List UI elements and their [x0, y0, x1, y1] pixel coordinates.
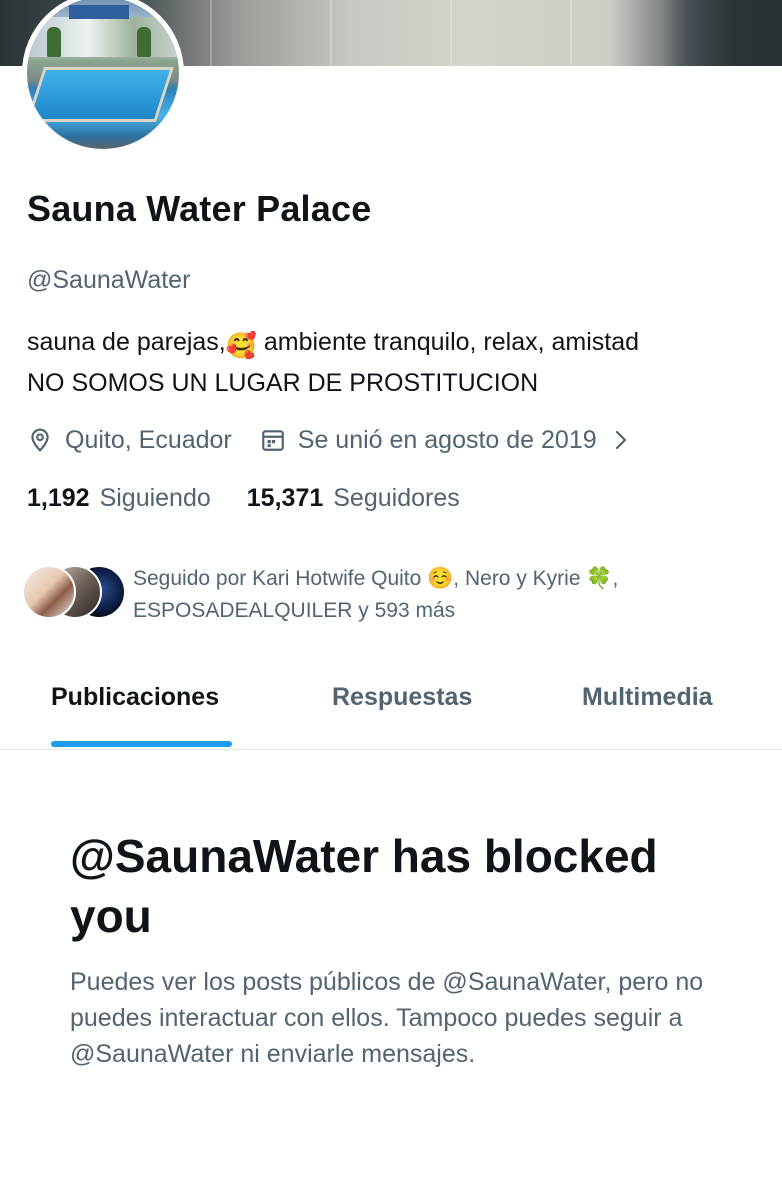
bio-text-a: sauna de parejas,	[27, 328, 226, 356]
mutual-followers-line1: Seguido por Kari Hotwife Quito ☺️, Nero …	[133, 567, 619, 590]
followers-label: Seguidores	[333, 484, 460, 512]
profile-location: Quito, Ecuador	[65, 425, 232, 454]
follow-stats: 1,192 Siguiendo 15,371 Seguidores	[27, 484, 496, 513]
bio-emoji: 🥰	[225, 332, 257, 360]
chevron-right-icon[interactable]	[613, 429, 629, 451]
tab-publicaciones[interactable]: Publicaciones	[51, 683, 219, 712]
following-link[interactable]: 1,192 Siguiendo	[27, 484, 211, 513]
mutual-followers-line2: ESPOSADEALQUILER y 593 más	[133, 599, 456, 622]
profile-bio: sauna de parejas,🥰 ambiente tranquilo, r…	[27, 324, 767, 402]
profile-display-name: Sauna Water Palace	[27, 188, 372, 229]
profile-joined-date: Se unió en agosto de 2019	[297, 425, 597, 454]
blocked-notice-title: @SaunaWater has blocked you	[70, 830, 658, 942]
following-label: Siguiendo	[99, 484, 211, 512]
profile-handle: @SaunaWater	[27, 266, 191, 294]
followers-link[interactable]: 15,371 Seguidores	[247, 484, 460, 513]
bio-text-b: ambiente tranquilo, relax, amistad	[256, 328, 640, 356]
tab-respuestas[interactable]: Respuestas	[332, 683, 472, 712]
avatar	[22, 565, 76, 619]
active-tab-indicator	[51, 741, 232, 747]
mutual-followers-text[interactable]: Seguido por Kari Hotwife Quito ☺️, Nero …	[133, 563, 773, 627]
profile-tabs: Publicaciones Respuestas Multimedia	[0, 665, 782, 750]
tab-multimedia[interactable]: Multimedia	[582, 683, 713, 712]
blocked-notice-description: Puedes ver los posts públicos de @SaunaW…	[70, 968, 704, 1068]
profile-meta: Quito, Ecuador Se unió en agosto de 2019	[27, 423, 629, 457]
profile-avatar[interactable]	[22, 0, 184, 154]
location-pin-icon	[31, 428, 49, 452]
bio-text-line2: NO SOMOS UN LUGAR DE PROSTITUCION	[27, 369, 539, 397]
following-count: 1,192	[27, 484, 90, 512]
followers-count: 15,371	[246, 484, 324, 512]
calendar-icon	[261, 430, 284, 451]
